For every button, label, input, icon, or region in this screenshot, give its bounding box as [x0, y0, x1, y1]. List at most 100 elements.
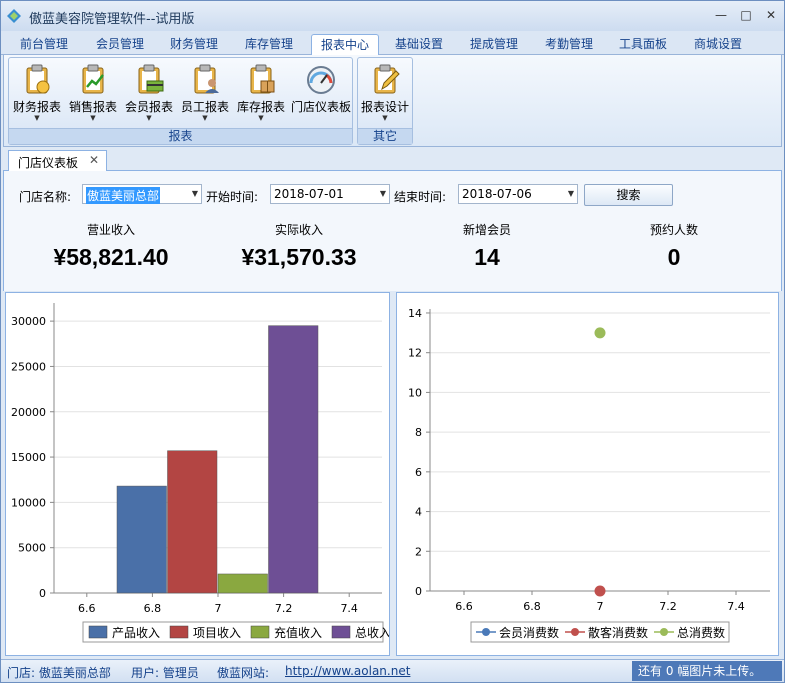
y-tick-label: 10: [408, 386, 422, 399]
data-point: [594, 327, 606, 339]
status-store: 门店: 傲蓝美丽总部: [7, 666, 111, 680]
menu-tab-commission[interactable]: 提成管理: [459, 34, 529, 55]
y-tick-label: 5000: [18, 542, 46, 555]
legend-marker: [482, 628, 490, 636]
end-date-picker[interactable]: 2018-07-06 ▼: [458, 184, 578, 204]
clipboard-money-icon: [26, 64, 50, 94]
legend-label: 产品收入: [112, 626, 160, 640]
menu-tab-inventory[interactable]: 库存管理: [234, 34, 304, 55]
legend-label: 充值收入: [274, 625, 322, 640]
y-tick-label: 25000: [11, 360, 46, 373]
x-tick-label: 7.2: [275, 602, 293, 615]
search-button[interactable]: 搜索: [584, 184, 673, 206]
stat-value: ¥31,570.33: [241, 244, 357, 270]
dropdown-arrow-icon: ▼: [382, 114, 388, 122]
chart-legend: 产品收入 项目收入 充值收入 总收入: [82, 621, 391, 643]
status-user: 用户: 管理员: [131, 666, 199, 680]
upload-status: 还有 0 幅图片未上传。: [632, 661, 782, 681]
tab-store-dashboard[interactable]: 门店仪表板 ✕: [8, 150, 107, 172]
y-tick-label: 0: [39, 587, 46, 600]
y-tick-label: 15000: [11, 451, 46, 464]
menu-tab-reports[interactable]: 报表中心: [311, 34, 379, 55]
staff-report-button[interactable]: 员工报表 ▼: [177, 60, 233, 128]
dropdown-arrow-icon: ▼: [146, 114, 152, 122]
window-title: 傲蓝美容院管理软件--试用版: [29, 12, 195, 27]
end-date-value: 2018-07-06: [462, 187, 532, 201]
website-link[interactable]: http://www.aolan.net: [285, 664, 410, 678]
status-site-label: 傲蓝网站:: [217, 666, 270, 680]
status-bar: 门店: 傲蓝美丽总部 用户: 管理员 傲蓝网站: http://www.aola…: [1, 659, 784, 682]
menu-tab-finance[interactable]: 财务管理: [159, 34, 229, 55]
store-select[interactable]: 傲蓝美丽总部 ▼: [82, 184, 202, 204]
dropdown-arrow-icon: ▼: [202, 114, 208, 122]
end-date-label: 结束时间:: [394, 190, 447, 204]
x-tick-label: 7.2: [659, 600, 677, 613]
menu-tab-members[interactable]: 会员管理: [85, 34, 155, 55]
stat-new-members: 新增会员 14: [397, 221, 577, 271]
ribbon-group-caption: 报表: [9, 128, 352, 144]
x-tick-label: 6.6: [78, 602, 96, 615]
minimize-button[interactable]: —: [710, 6, 732, 24]
menu-bar: 前台管理 会员管理 财务管理 库存管理 报表中心 基础设置 提成管理 考勤管理 …: [1, 31, 784, 55]
ribbon-group-other: 报表设计 ▼ 其它: [357, 57, 413, 145]
legend-marker: [571, 628, 579, 636]
chart-legend: 会员消费数 散客消费数 总消费数: [470, 621, 730, 643]
consumption-scatter-chart: 0 2 4 6 8 10 12 14 6.6 6.8 7 7.2 7.4 会员消费数 散客消费数 总消费数: [408, 307, 770, 643]
clipboard-user-icon: [194, 64, 219, 94]
legend-label: 项目收入: [193, 626, 241, 640]
start-date-label: 开始时间:: [206, 190, 259, 204]
store-label: 门店名称:: [19, 190, 72, 204]
legend-swatch: [250, 625, 270, 639]
close-tab-icon[interactable]: ✕: [89, 153, 99, 167]
menu-tab-settings[interactable]: 基础设置: [384, 34, 454, 55]
chevron-down-icon: ▼: [567, 189, 574, 198]
sales-report-button[interactable]: 销售报表 ▼: [65, 60, 121, 128]
clipboard-chart-icon: [82, 64, 104, 94]
chevron-down-icon: ▼: [379, 189, 386, 198]
clipboard-pencil-icon: [374, 64, 400, 94]
chevron-down-icon: ▼: [191, 189, 198, 198]
menu-tab-mall[interactable]: 商城设置: [683, 34, 753, 55]
inventory-report-button[interactable]: 库存报表 ▼: [233, 60, 289, 128]
x-tick-label: 7.4: [727, 600, 745, 613]
document-tab-strip: 门店仪表板 ✕: [3, 149, 782, 172]
member-report-button[interactable]: 会员报表 ▼: [121, 60, 177, 128]
x-tick-label: 6.6: [455, 600, 473, 613]
y-tick-label: 14: [408, 307, 422, 320]
maximize-button[interactable]: □: [735, 6, 757, 24]
start-date-value: 2018-07-01: [274, 187, 344, 201]
y-tick-label: 20000: [11, 406, 46, 419]
y-tick-label: 10000: [11, 496, 46, 509]
finance-report-button[interactable]: 财务报表 ▼: [9, 60, 65, 128]
start-date-picker[interactable]: 2018-07-01 ▼: [270, 184, 390, 204]
title-bar: 傲蓝美容院管理软件--试用版 — □ ✕: [1, 1, 784, 31]
report-design-button[interactable]: 报表设计 ▼: [358, 60, 412, 128]
clipboard-box-icon: [250, 64, 275, 94]
x-tick-label: 7: [215, 602, 222, 615]
close-button[interactable]: ✕: [760, 6, 782, 24]
y-tick-label: 30000: [11, 315, 46, 328]
data-point: [594, 585, 606, 597]
consumption-chart-panel: 0 2 4 6 8 10 12 14 6.6 6.8 7 7.2 7.4 会员消费数 散客消费数 总消费数: [396, 292, 779, 656]
menu-tab-front-desk[interactable]: 前台管理: [9, 34, 79, 55]
x-tick-label: 7: [597, 600, 604, 613]
stat-value: 0: [667, 244, 681, 270]
income-bar-chart: 0 5000 10000 15000 20000 25000 30000 6.6 6.8 7 7.2…: [11, 303, 391, 643]
y-tick-label: 2: [415, 545, 422, 558]
y-tick-label: 6: [415, 466, 422, 479]
store-dashboard-button[interactable]: 门店仪表板: [289, 60, 353, 128]
legend-label: 总消费数: [677, 625, 725, 640]
legend-label: 散客消费数: [588, 625, 648, 640]
stat-appointments: 预约人数 0: [584, 221, 764, 271]
dropdown-arrow-icon: ▼: [34, 114, 40, 122]
ribbon-group-caption: 其它: [358, 128, 412, 144]
menu-tab-tools[interactable]: 工具面板: [608, 34, 678, 55]
y-tick-label: 0: [415, 585, 422, 598]
x-tick-label: 7.4: [340, 602, 358, 615]
stat-value: ¥58,821.40: [53, 244, 169, 270]
tab-label: 门店仪表板: [18, 156, 79, 170]
bar: [217, 573, 268, 594]
y-tick-label: 12: [408, 347, 422, 360]
menu-tab-attendance[interactable]: 考勤管理: [534, 34, 604, 55]
store-value: 傲蓝美丽总部: [86, 187, 161, 204]
